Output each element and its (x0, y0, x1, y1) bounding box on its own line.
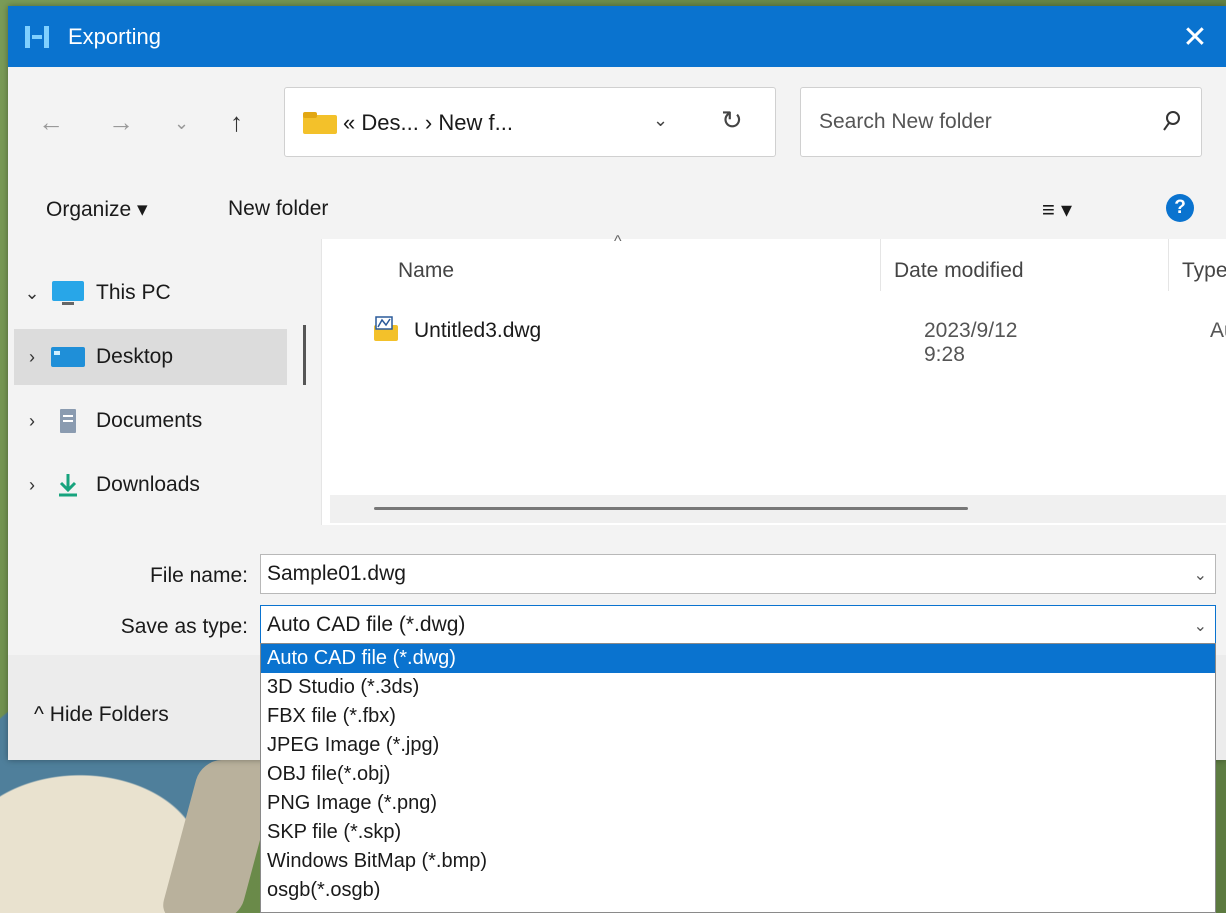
desktop-icon (51, 347, 85, 367)
sidebar-item-label: Downloads (96, 473, 200, 496)
recent-locations-chevron-icon[interactable]: ⌄ (174, 113, 189, 134)
save-as-type-options-list: Auto CAD file (*.dwg) 3D Studio (*.3ds) … (260, 643, 1216, 913)
download-icon (59, 474, 77, 497)
expand-chevron-icon[interactable]: › (14, 475, 50, 496)
sidebar-item-label: Documents (96, 409, 203, 432)
option-3ds[interactable]: 3D Studio (*.3ds) (261, 673, 1215, 702)
hide-folders-button[interactable]: ^ Hide Folders (34, 703, 169, 727)
file-name-dropdown-chevron-icon[interactable]: ⌄ (1194, 565, 1207, 585)
horizontal-scrollbar[interactable] (330, 495, 1226, 523)
sidebar-scrollbar[interactable] (303, 325, 306, 385)
column-header-type[interactable]: Type (1182, 259, 1226, 283)
expand-chevron-icon[interactable]: ⌄ (14, 283, 50, 304)
save-as-type-chevron-icon[interactable]: ⌄ (1194, 616, 1207, 636)
expand-chevron-icon[interactable]: › (14, 347, 50, 368)
file-name-value[interactable]: Sample01.dwg (267, 562, 406, 585)
search-icon (1163, 111, 1180, 131)
new-folder-button[interactable]: New folder (228, 197, 328, 221)
option-osgb[interactable]: osgb(*.osgb) (261, 876, 1215, 905)
option-fbx[interactable]: FBX file (*.fbx) (261, 702, 1215, 731)
save-as-type-select[interactable]: Auto CAD file (*.dwg) ⌄ (260, 605, 1216, 645)
file-name-label: File name: (149, 564, 248, 587)
expand-chevron-icon[interactable]: › (14, 411, 50, 432)
forward-arrow-icon[interactable]: → (108, 107, 134, 138)
view-options-icon[interactable]: ≡ ▾ (1042, 197, 1072, 223)
sidebar-item-documents[interactable]: › Documents (14, 393, 287, 449)
back-arrow-icon[interactable]: ← (38, 107, 64, 138)
save-as-type-label: Save as type: (120, 615, 248, 638)
column-divider[interactable] (880, 239, 881, 291)
column-divider[interactable] (1168, 239, 1169, 291)
dwg-file-icon (374, 316, 398, 341)
sort-ascending-icon: ^ (614, 233, 622, 250)
column-header-name[interactable]: Name (398, 259, 454, 283)
option-obj[interactable]: OBJ file(*.obj) (261, 760, 1215, 789)
app-logo-icon (25, 26, 49, 48)
option-jpg[interactable]: JPEG Image (*.jpg) (261, 731, 1215, 760)
search-input[interactable]: Search New folder (819, 110, 992, 134)
option-png[interactable]: PNG Image (*.png) (261, 789, 1215, 818)
sidebar-item-label: This PC (96, 281, 171, 304)
document-icon (60, 409, 76, 433)
file-name: Untitled3.dwg (414, 319, 542, 342)
option-bmp[interactable]: Windows BitMap (*.bmp) (261, 847, 1215, 876)
column-header-date[interactable]: Date modified (894, 259, 1024, 283)
title-bar: Exporting ✕ (8, 6, 1226, 67)
breadcrumb[interactable]: « Des... › New f... (343, 110, 513, 136)
close-button[interactable]: ✕ (1172, 14, 1218, 60)
sidebar-item-this-pc[interactable]: ⌄ This PC (14, 265, 287, 321)
sidebar-item-downloads[interactable]: › Downloads (14, 457, 287, 513)
sidebar-item-desktop[interactable]: › Desktop (14, 329, 287, 385)
folder-icon (303, 112, 337, 134)
navigation-bar: ← → ⌄ ↑ « Des... › New f... ⌄ ↻ Search N… (8, 67, 1226, 179)
file-type: Auto (1210, 319, 1226, 342)
navigation-pane: ⌄ This PC › Desktop › Documents › Downlo… (8, 239, 320, 525)
refresh-icon[interactable]: ↻ (721, 105, 743, 136)
save-as-type-value[interactable]: Auto CAD file (*.dwg) (267, 613, 465, 636)
up-arrow-icon[interactable]: ↑ (230, 107, 243, 138)
search-box[interactable]: Search New folder (800, 87, 1202, 157)
option-skp[interactable]: SKP file (*.skp) (261, 818, 1215, 847)
address-bar[interactable]: « Des... › New f... ⌄ ↻ (284, 87, 776, 157)
help-icon[interactable]: ? (1166, 194, 1194, 222)
file-name-field[interactable]: Sample01.dwg ⌄ (260, 554, 1216, 594)
monitor-icon (52, 281, 84, 305)
window-title: Exporting (68, 24, 161, 49)
organize-menu-button[interactable]: Organize ▾ (46, 197, 148, 222)
address-dropdown-chevron-icon[interactable]: ⌄ (653, 110, 668, 131)
scrollbar-thumb[interactable] (374, 507, 968, 510)
sidebar-item-label: Desktop (96, 345, 174, 368)
command-bar: Organize ▾ New folder ≡ ▾ ? (8, 179, 1226, 239)
file-date: 2023/9/12 9:28 (924, 319, 1018, 366)
option-dwg[interactable]: Auto CAD file (*.dwg) (261, 644, 1215, 673)
file-list: ^ Name Date modified Type Untitled3.dwg … (321, 233, 1226, 525)
